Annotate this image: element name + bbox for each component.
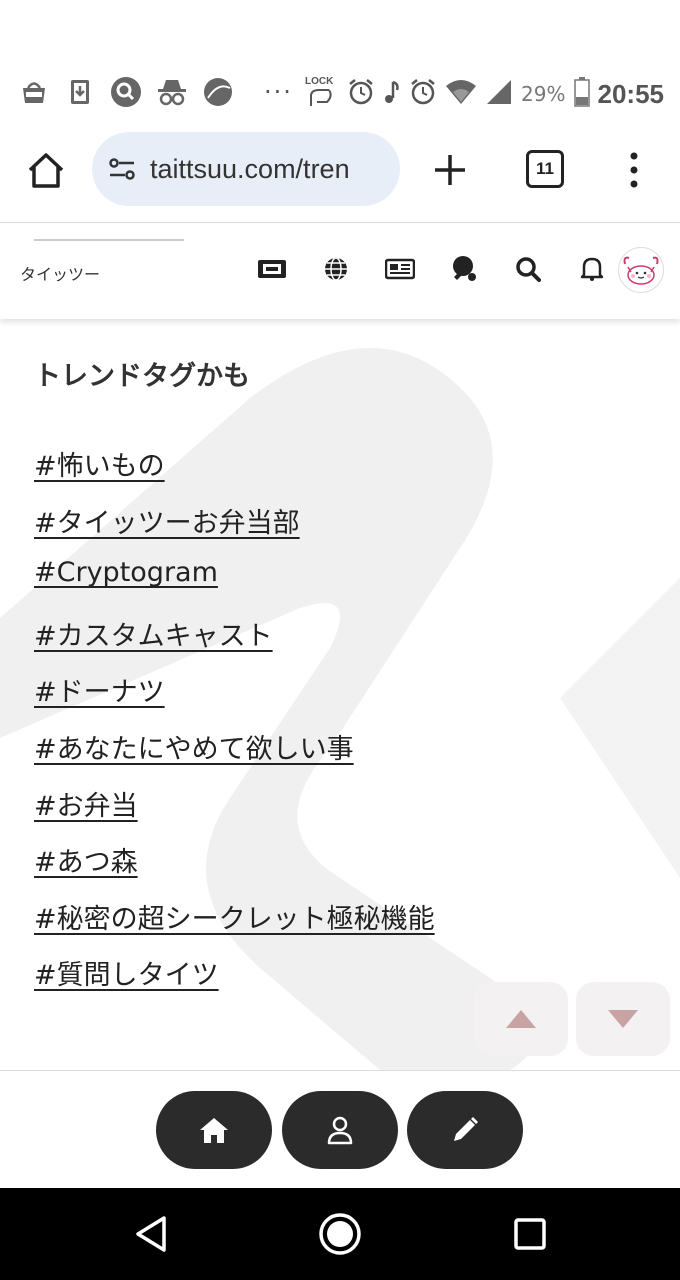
list-item: #カスタムキャスト bbox=[34, 614, 435, 671]
market-icon bbox=[18, 76, 50, 108]
list-item: #Cryptogram bbox=[34, 557, 435, 614]
nav-home-button[interactable] bbox=[156, 1091, 272, 1169]
trend-tag-link[interactable]: #ドーナツ bbox=[34, 677, 165, 708]
user-icon bbox=[327, 1116, 353, 1145]
back-button[interactable] bbox=[130, 1212, 174, 1256]
ping-pong-icon[interactable] bbox=[432, 253, 496, 285]
list-item: #怖いもの bbox=[34, 444, 435, 501]
globe-icon[interactable] bbox=[304, 253, 368, 285]
site-header: タイッツー bbox=[0, 222, 680, 319]
url-text[interactable]: taittsuu.com/tren bbox=[150, 154, 350, 185]
site-name[interactable]: タイッツー bbox=[20, 261, 100, 285]
search-icon[interactable] bbox=[496, 253, 560, 285]
list-item: #ドーナツ bbox=[34, 670, 435, 727]
overflow-dots: ··· bbox=[264, 78, 293, 106]
tab-switcher-button[interactable]: 11 bbox=[526, 150, 564, 188]
url-bar[interactable]: taittsuu.com/tren bbox=[92, 132, 400, 206]
system-home-button[interactable] bbox=[318, 1212, 362, 1256]
browser-toolbar: taittsuu.com/tren 11 bbox=[0, 130, 680, 220]
battery-percent: 29% bbox=[521, 82, 566, 106]
list-item: #秘密の超シークレット極秘機能 bbox=[34, 897, 435, 954]
header-icons bbox=[240, 253, 624, 285]
alarm-icon bbox=[409, 78, 437, 110]
plus-icon bbox=[435, 155, 465, 185]
home-icon bbox=[28, 153, 64, 188]
wifi-icon bbox=[445, 78, 477, 110]
more-menu-icon[interactable] bbox=[624, 148, 644, 192]
incognito-icon bbox=[156, 76, 188, 108]
pencil-icon bbox=[454, 1117, 478, 1141]
clock: 20:55 bbox=[597, 78, 665, 109]
ticket-icon[interactable] bbox=[240, 253, 304, 285]
scrolled-content-edge bbox=[34, 239, 184, 241]
nav-profile-button[interactable] bbox=[282, 1091, 398, 1169]
signal-icon bbox=[485, 78, 513, 110]
lock-rotation-icon: LOCK bbox=[303, 74, 339, 114]
list-item: #お弁当 bbox=[34, 784, 435, 841]
android-nav-bar bbox=[0, 1188, 680, 1280]
trend-tag-link[interactable]: #お弁当 bbox=[34, 791, 138, 822]
trend-tag-list: #怖いもの #タイッツーお弁当部 #Cryptogram #カスタムキャスト #… bbox=[34, 444, 435, 1010]
browser-home-button[interactable] bbox=[24, 148, 68, 192]
main-content: トレンドタグかも #怖いもの #タイッツーお弁当部 #Cryptogram #カ… bbox=[0, 318, 680, 1070]
trend-tag-link[interactable]: #Cryptogram bbox=[34, 557, 218, 588]
home-circle-icon bbox=[319, 1213, 361, 1255]
recents-icon bbox=[514, 1218, 546, 1250]
sphere-app-icon bbox=[202, 76, 234, 108]
site-settings-icon[interactable] bbox=[106, 153, 138, 185]
recents-button[interactable] bbox=[508, 1212, 552, 1256]
trend-tag-link[interactable]: #カスタムキャスト bbox=[34, 621, 273, 652]
download-icon bbox=[64, 76, 96, 108]
home-icon bbox=[200, 1118, 228, 1143]
section-title: トレンドタグかも bbox=[34, 361, 250, 392]
bottom-nav bbox=[0, 1070, 680, 1189]
trend-tag-link[interactable]: #あなたにやめて欲しい事 bbox=[34, 734, 354, 765]
trend-tag-link[interactable]: #怖いもの bbox=[34, 451, 165, 482]
scroll-up-button[interactable] bbox=[474, 982, 568, 1056]
bell-icon[interactable] bbox=[560, 253, 624, 285]
news-icon[interactable] bbox=[368, 253, 432, 285]
list-item: #質問しタイツ bbox=[34, 953, 435, 1010]
back-icon bbox=[136, 1216, 166, 1252]
scroll-down-icon bbox=[608, 1010, 638, 1028]
trend-tag-link[interactable]: #質問しタイツ bbox=[34, 960, 219, 991]
search-app-icon bbox=[110, 76, 142, 108]
crab-avatar-icon[interactable] bbox=[618, 247, 664, 293]
new-tab-button[interactable] bbox=[428, 148, 472, 192]
system-indicators: LOCK 29% 20:55 bbox=[303, 74, 664, 114]
alarm-icon bbox=[347, 78, 375, 110]
list-item: #あつ森 bbox=[34, 840, 435, 897]
scroll-up-icon bbox=[506, 1010, 536, 1028]
trend-tag-link[interactable]: #あつ森 bbox=[34, 847, 138, 878]
trend-tag-link[interactable]: #タイッツーお弁当部 bbox=[34, 508, 300, 539]
nav-compose-button[interactable] bbox=[407, 1091, 523, 1169]
status-bar: ··· LOCK 29% 20:55 bbox=[0, 0, 680, 130]
notification-icons bbox=[18, 76, 234, 108]
battery-icon bbox=[573, 77, 590, 111]
list-item: #タイッツーお弁当部 bbox=[34, 501, 435, 558]
music-note-icon bbox=[383, 78, 401, 110]
list-item: #あなたにやめて欲しい事 bbox=[34, 727, 435, 784]
trend-tag-link[interactable]: #秘密の超シークレット極秘機能 bbox=[34, 904, 435, 935]
scroll-down-button[interactable] bbox=[576, 982, 670, 1056]
svg-text:LOCK: LOCK bbox=[305, 76, 334, 87]
